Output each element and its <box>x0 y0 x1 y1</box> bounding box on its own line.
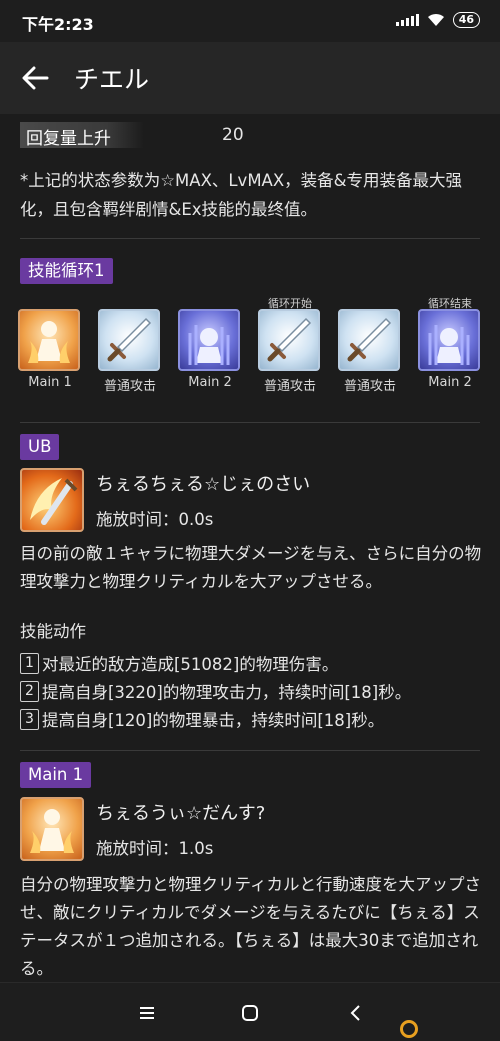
menu-icon <box>140 1006 154 1019</box>
wifi-icon <box>427 13 444 26</box>
app-bar: チエル <box>0 42 500 114</box>
main1-cast-time: 施放时间：1.0s <box>96 839 214 858</box>
stat-label: 回复量上升 <box>20 122 144 149</box>
cycle-item[interactable]: Main 1 <box>18 309 82 390</box>
cycle-item-label: Main 1 <box>28 375 72 390</box>
main1-description: 自分の物理攻撃力と物理クリティカルと行動速度を大アップさせ、敵にクリティカルでダ… <box>20 875 482 978</box>
action-text: 提高自身[3220]的物理攻击力，持续时间[18]秒。 <box>42 683 412 702</box>
action-line: 1 对最近的敌方造成[51082]的物理伤害。 <box>20 651 338 675</box>
ub-description: 目の前の敵１キャラに物理大ダメージを与え、さらに自分の物理攻撃力と物理クリティカ… <box>20 544 482 591</box>
main1-tag: Main 1 <box>20 762 92 788</box>
stat-row: 回复量上升 20 <box>20 122 244 149</box>
action-number: 1 <box>20 652 39 674</box>
skill-detail-content[interactable]: 回复量上升 20 *上记的状态参数为☆MAX、LvMAX，装备&专用装备最大强化… <box>0 114 500 982</box>
ub-tag: UB <box>20 434 60 460</box>
system-nav-bar <box>0 982 500 1041</box>
stat-note: *上记的状态参数为☆MAX、LvMAX，装备&专用装备最大强化，且包含羁绊剧情&… <box>20 171 463 219</box>
chieru-main2-icon <box>418 309 480 371</box>
main1-skill-header: ちぇるうぃ☆だんす? 施放时间：1.0s <box>20 797 482 861</box>
cycle-item-label: 普通攻击 <box>343 379 396 394</box>
chieru-main1-icon <box>20 797 84 861</box>
watermark-logo <box>400 1020 418 1038</box>
chieru-main1-icon <box>18 309 80 371</box>
ub-skill-name: ちぇるちぇる☆じぇのさい <box>96 474 311 495</box>
battery-indicator: 46 <box>452 12 480 28</box>
cycle-item-label: 普通攻击 <box>263 379 316 394</box>
cycle-item[interactable]: 普通攻击 <box>338 309 402 394</box>
chieru-main2-icon <box>178 309 240 371</box>
chevron-left-icon <box>350 1004 360 1021</box>
menu-button[interactable] <box>117 983 177 1041</box>
skill-cycle: Main 1 普通攻击 Main 2 循环开始 普通攻击 普通攻击 循环结束 M… <box>18 297 488 399</box>
status-time: 下午2:23 <box>22 15 94 34</box>
ub-skill-header: ちぇるちぇる☆じぇのさい 施放时间：0.0s <box>20 468 482 532</box>
main1-skill-name: ちぇるうぃ☆だんす? <box>96 803 266 824</box>
ub-cast-time: 施放时间：0.0s <box>96 510 214 529</box>
sword-icon <box>98 309 160 371</box>
divider <box>20 750 480 751</box>
skill-cycle-tag: 技能循环1 <box>20 258 113 284</box>
signal-icon <box>395 14 419 26</box>
stat-value: 20 <box>222 125 244 145</box>
action-title: 技能动作 <box>20 622 86 641</box>
nav-back-button[interactable] <box>325 983 385 1041</box>
cycle-item[interactable]: Main 2 <box>178 309 242 390</box>
status-bar: 下午2:23 46 <box>0 0 500 42</box>
action-number: 3 <box>20 708 39 730</box>
cycle-item[interactable]: 普通攻击 <box>98 309 162 394</box>
sword-icon <box>338 309 400 371</box>
cycle-item[interactable]: 循环结束 Main 2 <box>418 297 482 390</box>
back-button[interactable] <box>0 42 70 114</box>
action-text: 提高自身[120]的物理暴击，持续时间[18]秒。 <box>42 711 385 730</box>
cycle-item[interactable]: 循环开始 普通攻击 <box>258 297 322 394</box>
page-title: チエル <box>74 65 150 94</box>
sword-icon <box>258 309 320 371</box>
fire-sword-icon <box>20 468 84 532</box>
cycle-item-label: Main 2 <box>188 375 232 390</box>
cycle-item-label: Main 2 <box>428 375 472 390</box>
cycle-item-label: 普通攻击 <box>103 379 156 394</box>
home-icon <box>242 1004 258 1021</box>
divider <box>20 238 480 239</box>
action-line: 3 提高自身[120]的物理暴击，持续时间[18]秒。 <box>20 707 384 731</box>
action-line: 2 提高自身[3220]的物理攻击力，持续时间[18]秒。 <box>20 679 411 703</box>
arrow-left-icon <box>22 66 49 90</box>
status-icons: 46 <box>395 12 480 28</box>
divider <box>20 422 480 423</box>
action-number: 2 <box>20 680 39 702</box>
action-text: 对最近的敌方造成[51082]的物理伤害。 <box>42 655 339 674</box>
home-button[interactable] <box>220 983 280 1041</box>
